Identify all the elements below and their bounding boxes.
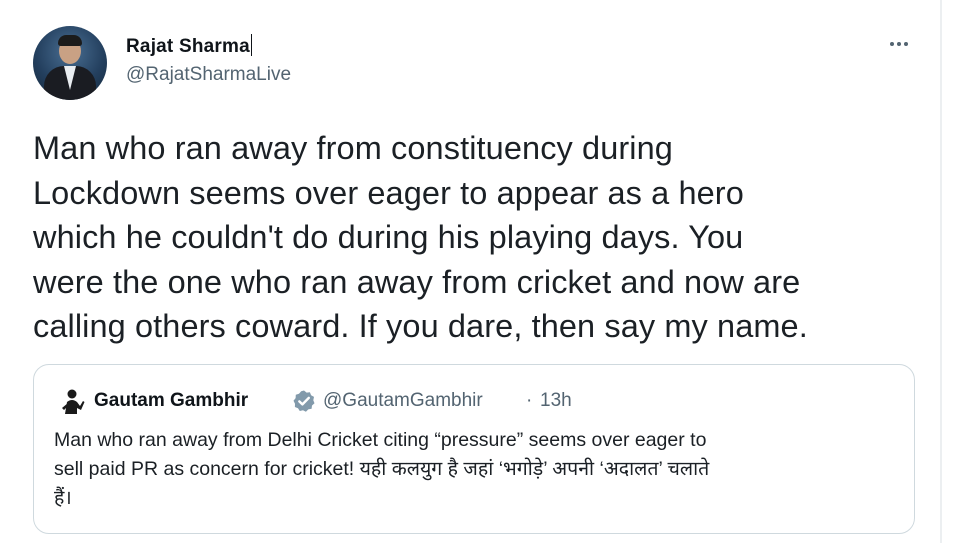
verified-badge-icon xyxy=(293,390,315,412)
avatar[interactable] xyxy=(33,26,107,100)
quoted-tweet[interactable]: Gautam Gambhir @GautamGambhir · 13h Man … xyxy=(33,364,915,534)
quoted-tweet-text: Man who ran away from Delhi Cricket citi… xyxy=(54,426,904,513)
quoted-author-handle[interactable]: @GautamGambhir xyxy=(323,390,483,412)
text-cursor xyxy=(250,34,253,56)
more-horizontal-icon[interactable] xyxy=(890,36,914,52)
tweet-text: Man who ran away from constituency durin… xyxy=(33,126,923,349)
tweet-text-line: calling others coward. If you dare, then… xyxy=(33,308,808,344)
quoted-author-display-name[interactable]: Gautam Gambhir xyxy=(94,390,248,412)
tweet-text-line: Man who ran away from constituency durin… xyxy=(33,130,673,166)
meta-separator: · xyxy=(526,390,533,411)
quoted-author-avatar[interactable] xyxy=(59,388,85,414)
quoted-text-line: हैं। xyxy=(54,487,72,509)
quoted-text-line: Man who ran away from Delhi Cricket citi… xyxy=(54,429,707,451)
author-display-name[interactable]: Rajat Sharma xyxy=(126,34,253,58)
author-handle[interactable]: @RajatSharmaLive xyxy=(126,64,291,86)
tweet-text-line: which he couldn't do during his playing … xyxy=(33,219,744,255)
author-display-name-text: Rajat Sharma xyxy=(126,36,250,57)
tweet-card[interactable]: Rajat Sharma @RajatSharmaLive Man who ra… xyxy=(0,0,942,543)
tweet-text-line: were the one who ran away from cricket a… xyxy=(33,263,801,300)
quoted-text-line: sell paid PR as concern for cricket! यही… xyxy=(54,458,710,480)
quoted-tweet-time[interactable]: 13h xyxy=(540,390,572,412)
tweet-text-line: Lockdown seems over eager to appear as a… xyxy=(33,174,744,211)
